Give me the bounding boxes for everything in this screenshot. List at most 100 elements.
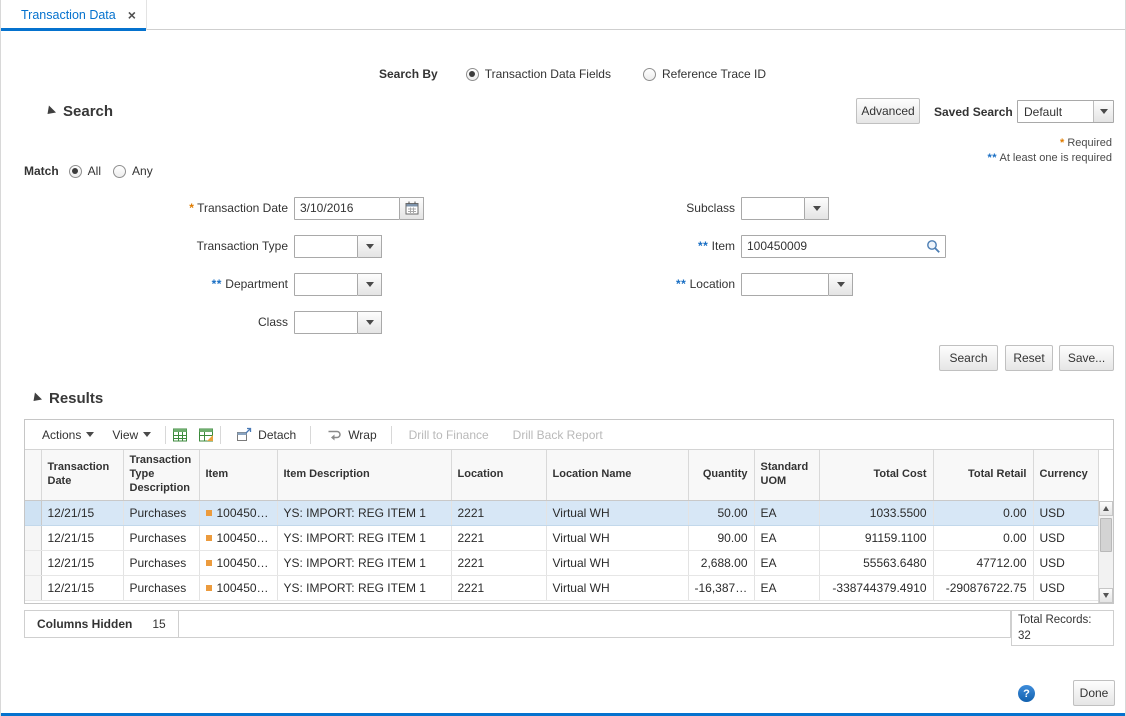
transaction-type-input[interactable] bbox=[294, 235, 358, 258]
save-button[interactable]: Save... bbox=[1059, 345, 1114, 371]
chevron-down-icon bbox=[143, 432, 151, 437]
radio-match-all-label[interactable]: All bbox=[88, 164, 101, 178]
search-section-header: Search bbox=[45, 103, 113, 120]
saved-search-value: Default bbox=[1018, 105, 1093, 119]
cell-location: 2221 bbox=[451, 575, 546, 600]
view-menu[interactable]: View bbox=[103, 428, 160, 442]
cell-total-retail: 0.00 bbox=[933, 500, 1033, 525]
table-row[interactable]: 12/21/15 Purchases 100450009 YS: IMPORT:… bbox=[25, 500, 1098, 525]
transaction-date-input[interactable] bbox=[294, 197, 400, 220]
location-input[interactable] bbox=[741, 273, 829, 296]
tab-label: Transaction Data bbox=[21, 8, 116, 22]
item-label: ** Item bbox=[451, 239, 741, 253]
calendar-icon[interactable] bbox=[400, 197, 424, 220]
saved-search-label: Saved Search bbox=[934, 105, 1013, 119]
row-selector[interactable] bbox=[25, 575, 41, 600]
results-toolbar: Actions View Detach bbox=[25, 420, 1113, 450]
one-required-marker: ** bbox=[987, 152, 997, 164]
table-row[interactable]: 12/21/15 Purchases 100450009 YS: IMPORT:… bbox=[25, 575, 1098, 600]
cell-item-value: 100450009 bbox=[217, 506, 277, 520]
col-item-description[interactable]: Item Description bbox=[277, 450, 451, 500]
saved-search-dropdown[interactable]: Default bbox=[1017, 100, 1114, 123]
required-note: * Required bbox=[1060, 137, 1112, 149]
cell-location-name: Virtual WH bbox=[546, 550, 688, 575]
vertical-scrollbar[interactable] bbox=[1098, 501, 1113, 603]
cell-total-cost: -338744379.4910 bbox=[819, 575, 933, 600]
required-marker: * bbox=[1060, 137, 1064, 149]
export-all-icon[interactable] bbox=[197, 426, 215, 444]
cell-total-cost: 55563.6480 bbox=[819, 550, 933, 575]
radio-reference-trace-id-label[interactable]: Reference Trace ID bbox=[662, 67, 766, 81]
disclosure-triangle-icon[interactable] bbox=[30, 392, 42, 404]
subclass-input[interactable] bbox=[741, 197, 805, 220]
row-selector[interactable] bbox=[25, 550, 41, 575]
tab-transaction-data[interactable]: Transaction Data × bbox=[1, 0, 147, 30]
cell-transaction-date: 12/21/15 bbox=[41, 525, 123, 550]
radio-match-any[interactable] bbox=[113, 165, 126, 178]
chevron-down-icon[interactable] bbox=[358, 311, 382, 334]
scrollbar-thumb[interactable] bbox=[1100, 518, 1112, 552]
col-total-cost[interactable]: Total Cost bbox=[819, 450, 933, 500]
col-location[interactable]: Location bbox=[451, 450, 546, 500]
col-transaction-date[interactable]: Transaction Date bbox=[41, 450, 123, 500]
toolbar-separator bbox=[220, 426, 221, 444]
transaction-data-page: Transaction Data × Search By Transaction… bbox=[0, 0, 1126, 716]
help-icon[interactable]: ? bbox=[1018, 685, 1035, 702]
search-button[interactable]: Search bbox=[939, 345, 998, 371]
col-transaction-type-description[interactable]: Transaction Type Description bbox=[123, 450, 199, 500]
export-to-excel-icon[interactable] bbox=[171, 426, 189, 444]
search-icon[interactable] bbox=[926, 239, 941, 259]
radio-match-any-label[interactable]: Any bbox=[132, 164, 153, 178]
transaction-date-label: * Transaction Date bbox=[24, 201, 294, 215]
col-item[interactable]: Item bbox=[199, 450, 277, 500]
radio-transaction-data-fields[interactable] bbox=[466, 68, 479, 81]
col-total-retail[interactable]: Total Retail bbox=[933, 450, 1033, 500]
scroll-up-icon[interactable] bbox=[1099, 501, 1113, 516]
advanced-button[interactable]: Advanced bbox=[856, 98, 920, 124]
cell-item: 100450009 bbox=[199, 525, 277, 550]
chevron-down-icon[interactable] bbox=[805, 197, 829, 220]
wrap-icon bbox=[325, 426, 343, 444]
detach-button[interactable]: Detach bbox=[226, 426, 305, 444]
department-input[interactable] bbox=[294, 273, 358, 296]
search-by-label: Search By bbox=[379, 67, 438, 81]
chevron-down-icon[interactable] bbox=[358, 235, 382, 258]
row-selector[interactable] bbox=[25, 525, 41, 550]
subclass-label: Subclass bbox=[451, 201, 741, 215]
wrap-button[interactable]: Wrap bbox=[316, 426, 385, 444]
table-header-row: Transaction Date Transaction Type Descri… bbox=[25, 450, 1098, 500]
cell-currency: USD bbox=[1033, 525, 1098, 550]
chevron-down-icon[interactable] bbox=[829, 273, 853, 296]
reset-button[interactable]: Reset bbox=[1005, 345, 1053, 371]
chevron-down-icon[interactable] bbox=[1093, 101, 1113, 122]
location-label: ** Location bbox=[451, 277, 741, 291]
radio-transaction-data-fields-label[interactable]: Transaction Data Fields bbox=[485, 67, 611, 81]
class-label: Class bbox=[24, 315, 294, 329]
col-standard-uom[interactable]: Standard UOM bbox=[754, 450, 819, 500]
item-input[interactable] bbox=[741, 235, 946, 258]
location-field-row: ** Location bbox=[451, 272, 853, 296]
cell-item-description: YS: IMPORT: REG ITEM 1 bbox=[277, 525, 451, 550]
radio-reference-trace-id[interactable] bbox=[643, 68, 656, 81]
done-button[interactable]: Done bbox=[1073, 680, 1115, 706]
transaction-type-label: Transaction Type bbox=[24, 239, 294, 253]
close-icon[interactable]: × bbox=[128, 8, 136, 22]
scroll-down-icon[interactable] bbox=[1099, 588, 1113, 603]
disclosure-triangle-icon[interactable] bbox=[44, 105, 56, 117]
table-row[interactable]: 12/21/15 Purchases 100450009 YS: IMPORT:… bbox=[25, 550, 1098, 575]
cell-transaction-date: 12/21/15 bbox=[41, 550, 123, 575]
col-location-name[interactable]: Location Name bbox=[546, 450, 688, 500]
cell-flag-icon bbox=[206, 510, 212, 516]
col-quantity[interactable]: Quantity bbox=[688, 450, 754, 500]
table-row[interactable]: 12/21/15 Purchases 100450009 YS: IMPORT:… bbox=[25, 525, 1098, 550]
match-label: Match bbox=[24, 164, 59, 178]
class-field-row: Class bbox=[24, 310, 382, 334]
radio-match-all[interactable] bbox=[69, 165, 82, 178]
department-field-row: ** Department bbox=[24, 272, 382, 296]
col-currency[interactable]: Currency bbox=[1033, 450, 1098, 500]
row-selector[interactable] bbox=[25, 500, 41, 525]
chevron-down-icon[interactable] bbox=[358, 273, 382, 296]
actions-menu[interactable]: Actions bbox=[33, 428, 103, 442]
class-input[interactable] bbox=[294, 311, 358, 334]
total-records-count: 32 bbox=[1018, 629, 1107, 645]
